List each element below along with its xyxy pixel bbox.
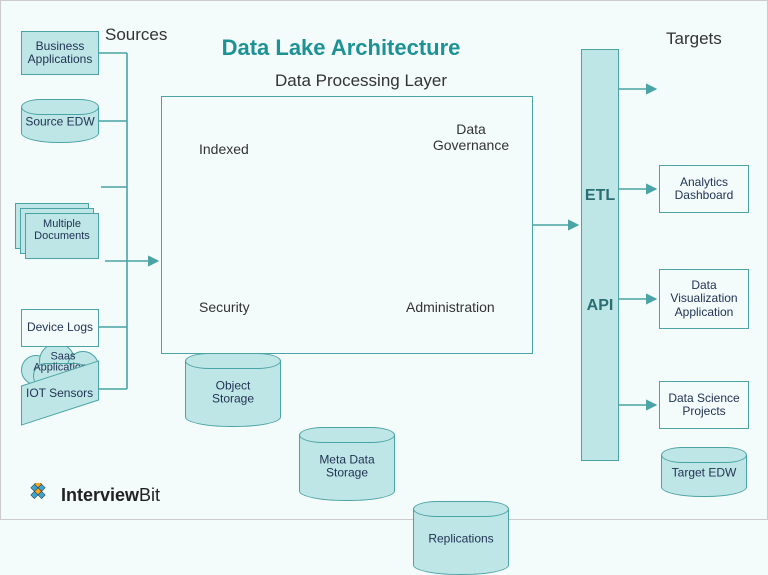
meta-storage-cyl: Meta Data Storage <box>299 427 395 501</box>
brand-text: InterviewBit <box>61 485 160 506</box>
source-edw-cyl: Source EDW <box>21 99 99 143</box>
target-edw-label: Target EDW <box>661 467 747 480</box>
source-multi-docs: Multiple Documents <box>15 203 111 263</box>
api-label: API <box>581 297 619 315</box>
processing-title: Data Processing Layer <box>246 71 476 91</box>
source-business-apps-label: Business Applications <box>28 40 93 66</box>
target-viz: Data Visualization Application <box>659 269 749 329</box>
target-edw-cyl: Target EDW <box>661 447 747 497</box>
sources-title: Sources <box>105 25 167 45</box>
main-title: Data Lake Architecture <box>211 35 471 61</box>
object-storage-label: Object Storage <box>185 379 281 405</box>
source-edw-label: Source EDW <box>21 116 99 129</box>
source-iot-label: IOT Sensors <box>26 386 93 400</box>
source-multi-docs-label: Multiple Documents <box>25 219 99 242</box>
replications-label: Replications <box>413 533 509 546</box>
targets-title: Targets <box>666 29 722 49</box>
source-business-apps: Business Applications <box>21 31 99 75</box>
brand-footer: InterviewBit <box>21 483 160 507</box>
etl-label: ETL <box>581 187 619 205</box>
diagram-canvas: Data Lake Architecture Sources Data Proc… <box>1 1 767 519</box>
object-storage-cyl: Object Storage <box>185 353 281 427</box>
governance-label: Data Governance <box>421 121 521 153</box>
target-viz-label: Data Visualization Application <box>670 279 737 319</box>
source-device-logs: Device Logs <box>21 309 99 347</box>
administration-label: Administration <box>406 299 495 315</box>
target-datasci-label: Data Science Projects <box>668 392 739 418</box>
security-label: Security <box>199 299 250 315</box>
target-analytics-label: Analytics Dashboard <box>675 176 734 202</box>
source-device-logs-label: Device Logs <box>27 321 93 334</box>
indexed-label: Indexed <box>199 141 249 157</box>
replications-cyl: Replications <box>413 501 509 575</box>
brand-logo-icon <box>21 483 55 507</box>
target-datasci: Data Science Projects <box>659 381 749 429</box>
etl-bar <box>581 49 619 461</box>
target-analytics: Analytics Dashboard <box>659 165 749 213</box>
meta-storage-label: Meta Data Storage <box>299 453 395 479</box>
